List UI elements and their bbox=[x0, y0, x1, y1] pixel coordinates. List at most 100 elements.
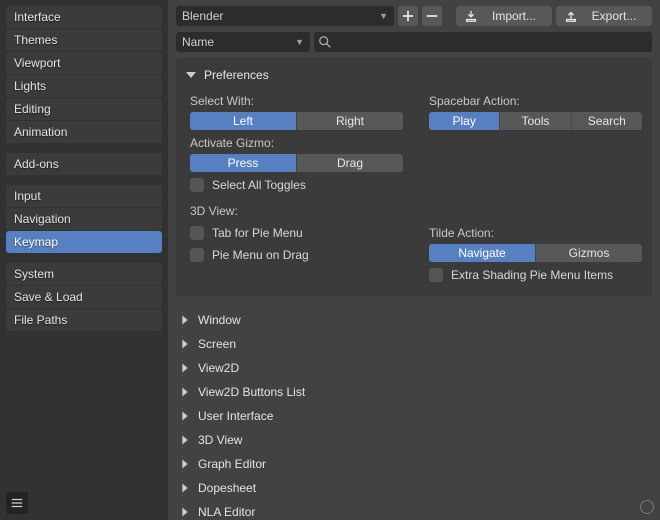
tree-item-label: Dopesheet bbox=[198, 481, 256, 495]
sidebar-item-save-load[interactable]: Save & Load bbox=[6, 286, 162, 308]
pie-drag-checkbox[interactable] bbox=[190, 248, 204, 262]
select-all-toggles-label: Select All Toggles bbox=[212, 178, 306, 192]
spacebar-action-label: Spacebar Action: bbox=[429, 94, 642, 108]
tab-pie-checkbox[interactable] bbox=[190, 226, 204, 240]
activate-gizmo-label: Activate Gizmo: bbox=[190, 136, 403, 150]
tab-pie-row: Tab for Pie Menu bbox=[190, 224, 403, 242]
select-all-toggles-row: Select All Toggles bbox=[190, 176, 403, 194]
sidebar-item-viewport[interactable]: Viewport bbox=[6, 52, 162, 74]
prefs-col-left: Select With: LeftRight Activate Gizmo: P… bbox=[190, 92, 403, 194]
disclosure-right-icon bbox=[182, 484, 187, 493]
tree-item-label: NLA Editor bbox=[198, 505, 255, 519]
import-icon bbox=[464, 9, 478, 23]
select-all-toggles-checkbox[interactable] bbox=[190, 178, 204, 192]
tree-item-label: View2D Buttons List bbox=[198, 385, 305, 399]
tilde-option-gizmos[interactable]: Gizmos bbox=[536, 244, 642, 262]
view3d-header: 3D View: bbox=[190, 204, 642, 218]
search-icon bbox=[318, 35, 332, 49]
activate-gizmo-option-press[interactable]: Press bbox=[190, 154, 297, 172]
extra-shading-row: Extra Shading Pie Menu Items bbox=[429, 266, 642, 284]
spacebar-option-tools[interactable]: Tools bbox=[500, 112, 571, 130]
sidebar-item-lights[interactable]: Lights bbox=[6, 75, 162, 97]
export-icon bbox=[564, 9, 578, 23]
spacebar-action-segment: PlayToolsSearch bbox=[429, 112, 642, 130]
select-with-label: Select With: bbox=[190, 94, 403, 108]
view3d-col-right: Tilde Action: NavigateGizmos Extra Shadi… bbox=[429, 224, 642, 284]
tree-item-screen[interactable]: Screen bbox=[176, 332, 652, 356]
tree-item-view2d[interactable]: View2D bbox=[176, 356, 652, 380]
disclosure-right-icon bbox=[182, 460, 187, 469]
preset-label: Blender bbox=[182, 9, 223, 23]
disclosure-right-icon bbox=[182, 436, 187, 445]
extra-shading-checkbox[interactable] bbox=[429, 268, 443, 282]
preset-add-button[interactable] bbox=[398, 6, 418, 26]
keymap-main: Blender ▼ Import... Export... Name ▼ bbox=[168, 0, 660, 520]
tilde-action-label: Tilde Action: bbox=[429, 226, 642, 240]
preferences-header[interactable]: Preferences bbox=[186, 66, 642, 92]
sidebar-item-animation[interactable]: Animation bbox=[6, 121, 162, 143]
restore-button[interactable] bbox=[640, 500, 654, 514]
tree-item-3d-view[interactable]: 3D View bbox=[176, 428, 652, 452]
view3d-col-left: Tab for Pie Menu Pie Menu on Drag bbox=[190, 224, 403, 284]
keymap-preferences-panel: Preferences Select With: LeftRight Activ… bbox=[176, 58, 652, 296]
keymap-tree: Window Screen View2D View2D Buttons List Use… bbox=[168, 302, 660, 520]
preferences-sidebar: InterfaceThemesViewportLightsEditingAnim… bbox=[0, 0, 168, 520]
tree-item-label: View2D bbox=[198, 361, 239, 375]
spacebar-option-search[interactable]: Search bbox=[572, 112, 642, 130]
filter-mode-select[interactable]: Name ▼ bbox=[176, 32, 310, 52]
tree-item-dopesheet[interactable]: Dopesheet bbox=[176, 476, 652, 500]
sidebar-item-themes[interactable]: Themes bbox=[6, 29, 162, 51]
select-with-option-right[interactable]: Right bbox=[297, 112, 403, 130]
hamburger-icon bbox=[10, 496, 24, 510]
export-button[interactable]: Export... bbox=[556, 6, 652, 26]
tree-item-label: Screen bbox=[198, 337, 236, 351]
tree-item-label: Window bbox=[198, 313, 241, 327]
tilde-option-navigate[interactable]: Navigate bbox=[429, 244, 536, 262]
select-with-option-left[interactable]: Left bbox=[190, 112, 297, 130]
disclosure-right-icon bbox=[182, 412, 187, 421]
activate-gizmo-segment: PressDrag bbox=[190, 154, 403, 172]
sidebar-item-system[interactable]: System bbox=[6, 263, 162, 285]
select-with-segment: LeftRight bbox=[190, 112, 403, 130]
keymap-preset-select[interactable]: Blender ▼ bbox=[176, 6, 394, 26]
disclosure-right-icon bbox=[182, 316, 187, 325]
sidebar-item-navigation[interactable]: Navigation bbox=[6, 208, 162, 230]
pie-drag-row: Pie Menu on Drag bbox=[190, 246, 403, 264]
chevron-down-icon: ▼ bbox=[379, 11, 388, 21]
disclosure-right-icon bbox=[182, 388, 187, 397]
disclosure-right-icon bbox=[182, 364, 187, 373]
import-label: Import... bbox=[492, 9, 536, 23]
disclosure-right-icon bbox=[182, 340, 187, 349]
minus-icon bbox=[425, 9, 439, 23]
filter-mode-label: Name bbox=[182, 35, 214, 49]
keymap-search-input[interactable] bbox=[336, 35, 648, 49]
sidebar-item-add-ons[interactable]: Add-ons bbox=[6, 153, 162, 175]
sidebar-item-file-paths[interactable]: File Paths bbox=[6, 309, 162, 331]
sidebar-item-interface[interactable]: Interface bbox=[6, 6, 162, 28]
tree-item-label: User Interface bbox=[198, 409, 273, 423]
disclosure-right-icon bbox=[182, 508, 187, 517]
sidebar-item-input[interactable]: Input bbox=[6, 185, 162, 207]
preferences-title: Preferences bbox=[204, 68, 269, 82]
tree-item-view2d-buttons-list[interactable]: View2D Buttons List bbox=[176, 380, 652, 404]
keymap-topbar: Blender ▼ Import... Export... bbox=[168, 0, 660, 32]
tree-item-label: 3D View bbox=[198, 433, 242, 447]
tree-item-user-interface[interactable]: User Interface bbox=[176, 404, 652, 428]
chevron-down-icon: ▼ bbox=[295, 37, 304, 47]
spacebar-option-play[interactable]: Play bbox=[429, 112, 500, 130]
sidebar-item-editing[interactable]: Editing bbox=[6, 98, 162, 120]
activate-gizmo-option-drag[interactable]: Drag bbox=[297, 154, 403, 172]
plus-icon bbox=[401, 9, 415, 23]
tree-item-nla-editor[interactable]: NLA Editor bbox=[176, 500, 652, 520]
sidebar-item-keymap[interactable]: Keymap bbox=[6, 231, 162, 253]
preset-remove-button[interactable] bbox=[422, 6, 442, 26]
keymap-search-wrap bbox=[314, 32, 652, 52]
import-button[interactable]: Import... bbox=[456, 6, 552, 26]
pie-drag-label: Pie Menu on Drag bbox=[212, 248, 309, 262]
tree-item-label: Graph Editor bbox=[198, 457, 266, 471]
prefs-col-right: Spacebar Action: PlayToolsSearch bbox=[429, 92, 642, 194]
tree-item-graph-editor[interactable]: Graph Editor bbox=[176, 452, 652, 476]
keymap-filterbar: Name ▼ bbox=[168, 32, 660, 58]
preferences-menu-button[interactable] bbox=[6, 492, 28, 514]
tree-item-window[interactable]: Window bbox=[176, 308, 652, 332]
